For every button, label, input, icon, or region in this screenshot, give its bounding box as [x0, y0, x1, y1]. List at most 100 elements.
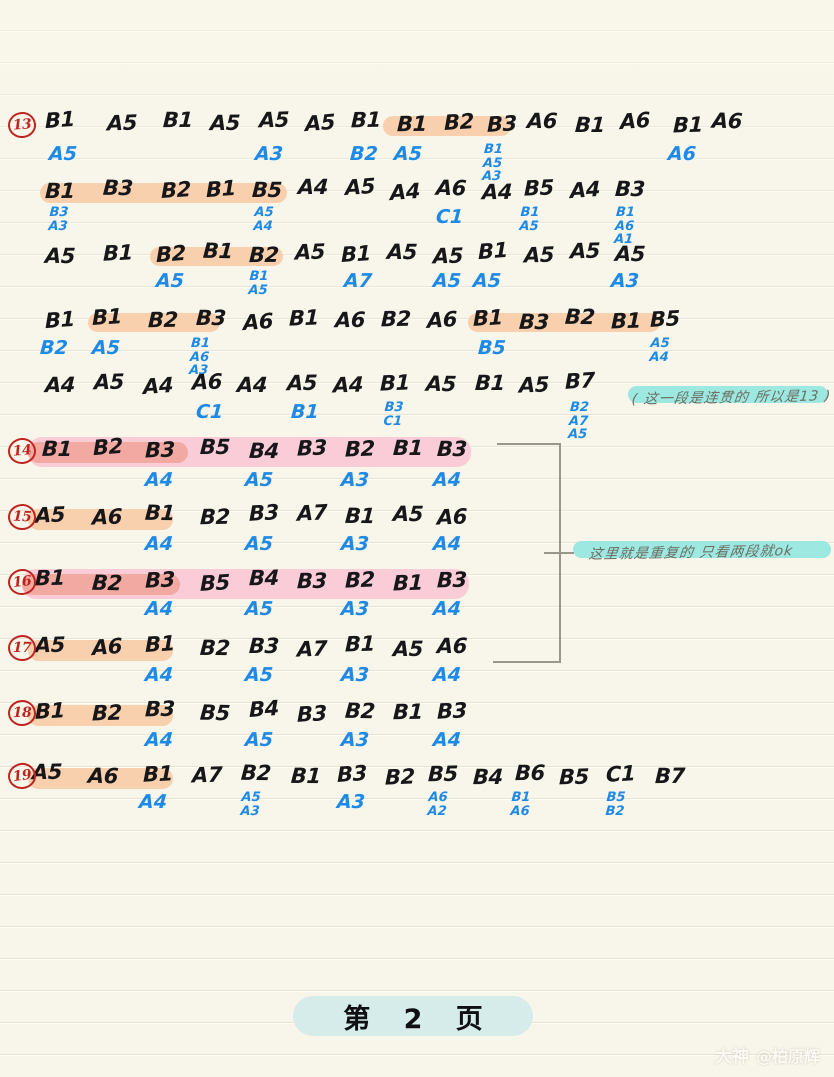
- sub-annotation: A3: [336, 791, 366, 813]
- note-token: A4: [142, 373, 174, 400]
- sub-annotation: B2 A7 A5: [567, 400, 590, 443]
- note-token: A5: [34, 502, 66, 529]
- sub-annotation: A5: [244, 598, 274, 620]
- note-token: A5: [93, 369, 125, 394]
- note-token: A6: [436, 633, 468, 659]
- note-token: A6: [87, 763, 119, 789]
- note-token: A7: [296, 636, 328, 662]
- note-token: B7: [654, 764, 686, 789]
- sub-annotation: A5: [393, 143, 423, 165]
- note-token: B4: [472, 764, 504, 789]
- note-token: B3: [144, 696, 176, 722]
- note-token: B2: [344, 566, 375, 593]
- sub-annotation: A5: [244, 664, 274, 686]
- sub-annotation: B1 A5: [519, 205, 540, 234]
- note-token: B1: [396, 111, 428, 136]
- note-token: B1: [34, 565, 66, 591]
- note-token: A6: [191, 369, 223, 396]
- note-token: B2: [160, 176, 192, 203]
- notation-row: A5 A6 B1 B2 B3 A7 B1 A5 A6: [0, 631, 834, 666]
- sub-annotation: B1 A5 A3: [481, 142, 504, 185]
- note-token: A6: [526, 109, 558, 134]
- note-token: B2: [380, 307, 412, 332]
- note-token: B5: [251, 178, 283, 203]
- note-token: B3: [614, 177, 646, 202]
- sub-annotation: A5: [244, 729, 274, 751]
- note-token: B5: [427, 762, 459, 787]
- note-token: A5: [286, 371, 318, 396]
- sub-annotation: A5 A4: [253, 205, 275, 234]
- sub-annotation: A4: [144, 469, 174, 491]
- note-token: C1: [605, 760, 636, 787]
- annotation-row: C1 B1 B3 C1 B2 A7 A5: [0, 400, 834, 442]
- sub-annotation: A3: [340, 729, 370, 751]
- note-token: A6: [436, 504, 468, 530]
- section-number-17: 17: [7, 634, 37, 662]
- note-token: B1: [144, 631, 176, 658]
- sub-annotation: B5 B2: [605, 790, 626, 819]
- notation-row: B1 A5 B1 A5 A5 A5 B1 B1 B2 B3 A6 B1 A6 B1 A6: [0, 107, 834, 142]
- sub-annotation: B3 A3: [48, 205, 69, 234]
- note-token: A5: [386, 239, 418, 264]
- notation-row: B1 B2 B3 B5 B4 B3 B2 B1 B3: [0, 434, 834, 468]
- note-token: B1: [102, 240, 133, 266]
- note-token: B3: [436, 567, 468, 592]
- note-token: A5: [294, 239, 326, 265]
- note-token: B1: [392, 435, 424, 460]
- note-token: A5: [425, 371, 457, 397]
- sub-annotation: A3: [340, 469, 370, 491]
- notation-row: B1 B2 B3 B5 B4 B3 B2 B1 B3: [0, 696, 834, 731]
- note-token: B1: [44, 306, 76, 334]
- note-token: A5: [614, 241, 646, 267]
- sub-annotation: A6 A2: [427, 790, 449, 819]
- note-token: B2: [199, 635, 231, 660]
- sub-annotation: C1: [435, 206, 464, 228]
- annotation-row: A4 A5 A3 A4: [0, 469, 834, 503]
- note-token: A6: [334, 307, 366, 332]
- watermark: 大神 @柏原辉: [715, 1042, 820, 1068]
- note-token: B3: [248, 499, 279, 526]
- sub-annotation: A3: [610, 270, 640, 292]
- sub-annotation: A4: [432, 729, 462, 751]
- note-token: B5: [199, 570, 230, 597]
- note-token: A5: [432, 243, 464, 269]
- note-token: B3: [296, 435, 328, 461]
- note-token: B5: [558, 764, 590, 789]
- note-token: A5: [209, 111, 241, 136]
- note-token: B2: [443, 108, 475, 135]
- note-token: A6: [91, 633, 123, 661]
- note-token: A4: [569, 176, 601, 204]
- note-token: B3: [144, 437, 176, 463]
- note-token: A6: [426, 307, 458, 334]
- note-token: B1: [44, 178, 76, 203]
- note-token: B2: [248, 242, 280, 268]
- note-token: B1: [142, 761, 173, 787]
- note-token: B3: [518, 309, 550, 334]
- note-token: B2: [384, 764, 415, 790]
- sub-annotation: A5 A3: [240, 790, 262, 819]
- note-token: B1: [290, 763, 322, 789]
- sub-annotation: A7: [343, 270, 373, 292]
- note-token: B2: [344, 699, 376, 724]
- sub-annotation: B5: [477, 337, 507, 359]
- note-token: B1: [41, 436, 73, 462]
- section-number-18: 18: [7, 699, 37, 727]
- note-token: B2: [91, 571, 123, 596]
- sub-annotation: A6: [667, 143, 697, 165]
- note-token: B1: [205, 175, 237, 202]
- note-token: B3: [248, 633, 280, 658]
- note-token: A6: [91, 504, 123, 530]
- note-token: B3: [144, 567, 175, 594]
- sub-annotation: A5: [155, 270, 185, 292]
- note-token: A5: [31, 759, 63, 785]
- note-token: B1: [344, 631, 376, 657]
- note-token: A4: [297, 175, 329, 200]
- note-token: B1: [350, 107, 382, 133]
- sub-annotation: B1: [290, 401, 320, 423]
- note-token: B1: [574, 113, 606, 138]
- annotation-row: B3 A3 A5 A4 C1 B1 A5 B1 A6 A1: [0, 205, 834, 247]
- note-token: B2: [344, 435, 375, 462]
- note-token: B2: [564, 304, 596, 330]
- annotation-row: A5 A3 B2 A5 B1 A5 A3 A6: [0, 142, 834, 184]
- note-token: A6: [711, 108, 743, 134]
